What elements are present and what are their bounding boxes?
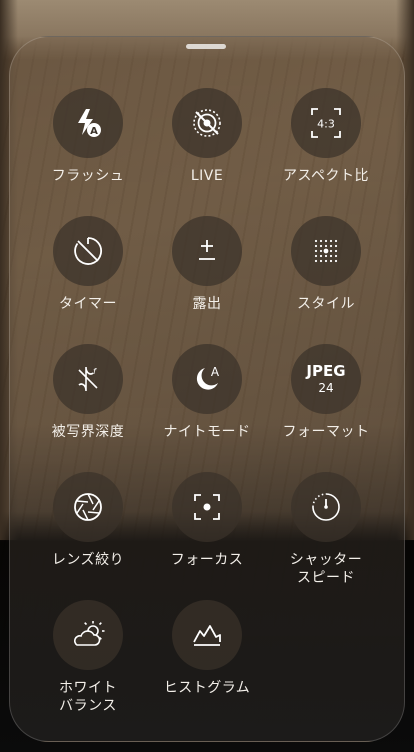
histogram-button[interactable] (172, 600, 242, 670)
control-timer[interactable]: タイマー (28, 216, 148, 313)
flash-label: フラッシュ (51, 168, 125, 184)
control-shutter-speed[interactable]: シャッター スピード (266, 472, 386, 587)
shutter-speed-label: シャッター スピード (289, 552, 363, 586)
focus-button[interactable] (172, 472, 242, 542)
night-mode-label: ナイトモード (163, 424, 251, 440)
control-focus[interactable]: フォーカス (147, 472, 267, 569)
aperture-button[interactable] (53, 472, 123, 542)
white-balance-label: ホワイト バランス (59, 680, 117, 714)
format-sub-text: 24 (318, 381, 334, 395)
control-white-balance[interactable]: ホワイト バランス (28, 600, 148, 715)
control-depth[interactable]: f 被写界深度 (28, 344, 148, 441)
exposure-label: 露出 (192, 296, 222, 312)
style-button[interactable] (291, 216, 361, 286)
control-night-mode[interactable]: A ナイトモード (147, 344, 267, 441)
svg-text:A: A (90, 126, 98, 137)
control-histogram[interactable]: ヒストグラム (147, 600, 267, 697)
aperture-label: レンズ絞り (51, 552, 125, 568)
flash-button[interactable]: A (53, 88, 123, 158)
focus-icon (194, 494, 220, 520)
control-aspect-ratio[interactable]: 4:3 アスペクト比 (266, 88, 386, 185)
live-off-icon (193, 109, 221, 137)
night-mode-button[interactable]: A (172, 344, 242, 414)
svg-text:f: f (93, 367, 97, 376)
depth-button[interactable]: f (53, 344, 123, 414)
flash-auto-icon: A (78, 109, 101, 137)
exposure-button[interactable] (172, 216, 242, 286)
control-live[interactable]: LIVE (147, 88, 267, 185)
focus-label: フォーカス (170, 552, 244, 568)
aperture-icon (74, 493, 102, 521)
timer-button[interactable] (53, 216, 123, 286)
timer-label: タイマー (59, 296, 117, 312)
aspect-ratio-button[interactable]: 4:3 (291, 88, 361, 158)
sheet-grabber[interactable] (186, 44, 226, 49)
control-flash[interactable]: A フラッシュ (28, 88, 148, 185)
control-style[interactable]: スタイル (266, 216, 386, 313)
control-exposure[interactable]: 露出 (147, 216, 267, 313)
control-aperture[interactable]: レンズ絞り (28, 472, 148, 569)
svg-text:4:3: 4:3 (317, 118, 335, 131)
format-icon: JPEG 24 (306, 363, 345, 395)
white-balance-button[interactable] (53, 600, 123, 670)
format-button[interactable]: JPEG 24 (291, 344, 361, 414)
exposure-icon (199, 240, 215, 260)
svg-text:A: A (211, 365, 220, 379)
control-format[interactable]: JPEG 24 フォーマット (266, 344, 386, 441)
aspect-ratio-label: アスペクト比 (282, 168, 370, 184)
format-label: フォーマット (282, 424, 370, 440)
depth-label: 被写界深度 (51, 424, 125, 440)
depth-off-icon: f (78, 366, 98, 392)
white-balance-icon (74, 621, 105, 646)
aspect-ratio-icon: 4:3 (311, 108, 341, 138)
histogram-icon (193, 625, 221, 646)
shutter-speed-button[interactable] (291, 472, 361, 542)
histogram-label: ヒストグラム (163, 680, 251, 696)
style-grid-icon (314, 239, 338, 263)
style-label: スタイル (297, 296, 355, 312)
shutter-speed-icon (312, 493, 340, 521)
format-main-text: JPEG (306, 362, 346, 380)
live-button[interactable] (172, 88, 242, 158)
night-mode-icon: A (196, 365, 220, 390)
timer-off-icon (74, 237, 103, 265)
live-label: LIVE (190, 168, 224, 184)
